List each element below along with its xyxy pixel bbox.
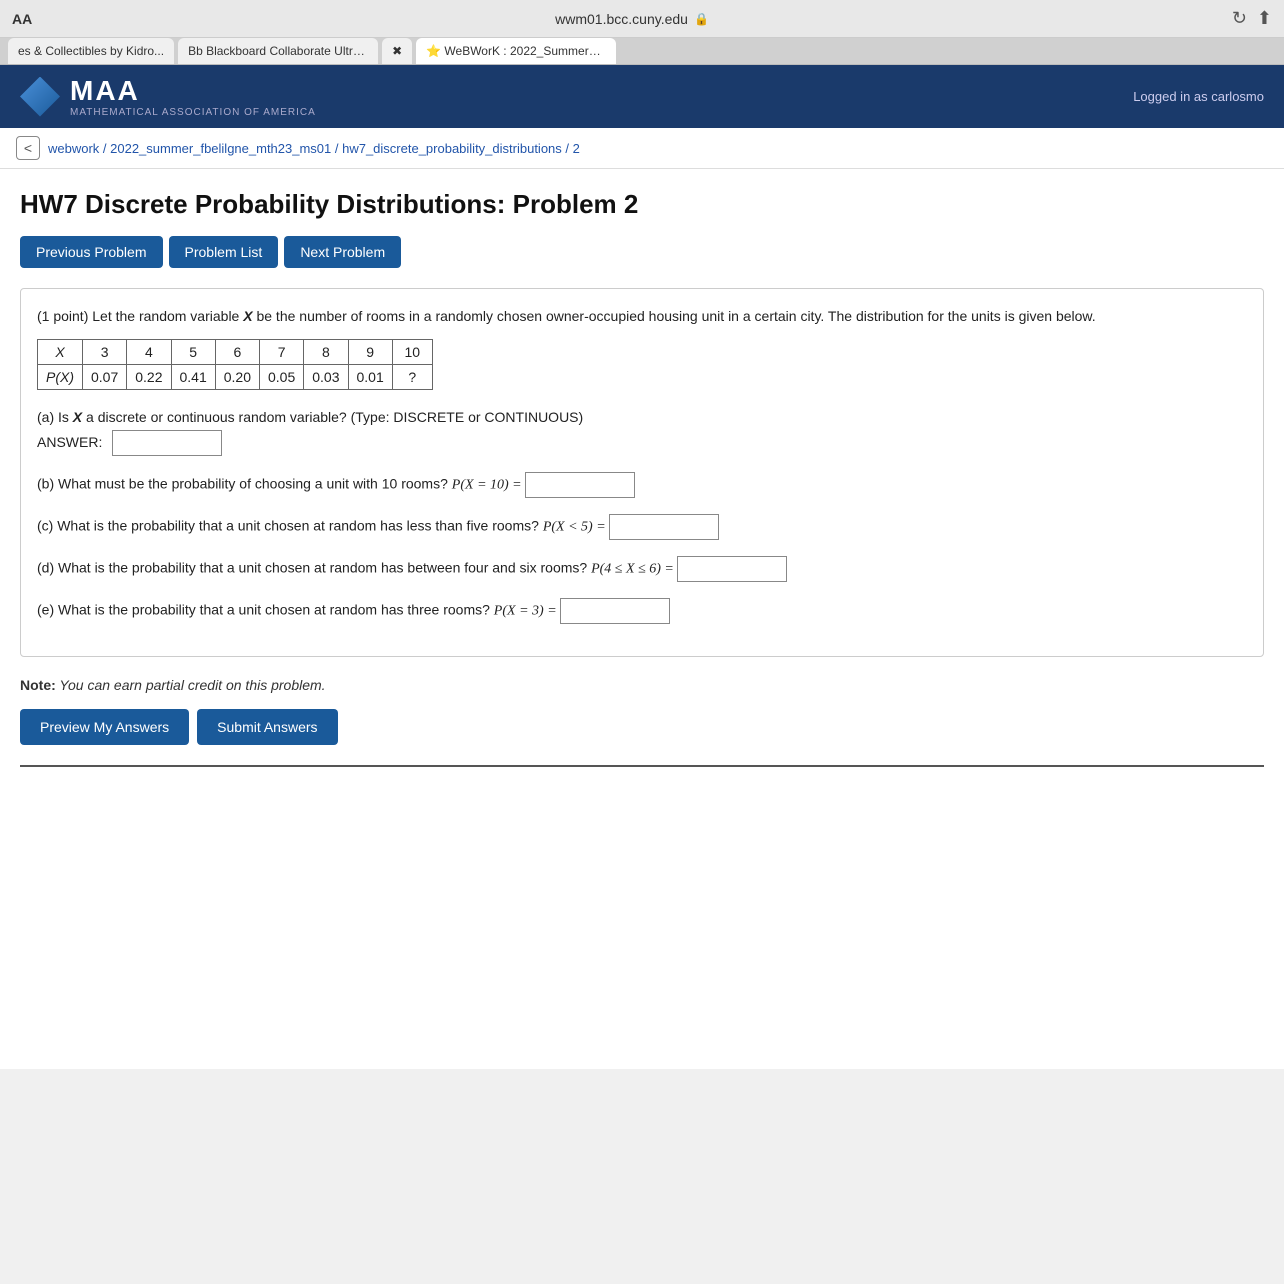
question-d: (d) What is the probability that a unit … [37,556,1247,582]
table-col-6: 6 [215,340,259,365]
table-px-8: 0.03 [304,365,348,390]
problem-points: (1 point) [37,308,88,324]
browser-url-bar: wwm01.bcc.cuny.edu 🔒 [44,11,1220,27]
question-a-answer-label: ANSWER: [37,434,102,450]
logged-in-text: Logged in as carlosmo [1133,89,1264,104]
question-d-text: (d) What is the probability that a unit … [37,560,591,576]
tab-bar: es & Collectibles by Kidro... Bb Blackbo… [0,38,1284,65]
table-px-5: 0.41 [171,365,215,390]
problem-description: (1 point) Let the random variable X be t… [37,305,1247,327]
browser-aa-label: AA [12,11,32,27]
browser-actions: ↻ ⬆ [1232,8,1272,29]
tab-close[interactable]: ✖ [382,38,412,64]
question-e-input[interactable] [560,598,670,624]
lock-icon: 🔒 [694,12,709,26]
breadcrumb-path: webwork / 2022_summer_fbelilgne_mth23_ms… [48,141,580,156]
problem-desc-text: Let the random variable X be the number … [92,308,1095,324]
url-text: wwm01.bcc.cuny.edu [555,11,688,27]
logo-area: MAA MATHEMATICAL ASSOCIATION OF AMERICA [20,75,316,118]
table-px-10: ? [392,365,432,390]
browser-chrome: AA wwm01.bcc.cuny.edu 🔒 ↻ ⬆ [0,0,1284,38]
table-header-x: X [38,340,83,365]
next-problem-button[interactable]: Next Problem [284,236,401,268]
question-d-input[interactable] [677,556,787,582]
question-b-text: (b) What must be the probability of choo… [37,476,452,492]
note-label: Note: [20,677,56,693]
question-b-math: P(X = 10) = [452,478,525,493]
previous-problem-button[interactable]: Previous Problem [20,236,163,268]
question-a-answer-area: ANSWER: [37,430,1247,456]
tab-blackboard[interactable]: Bb Blackboard Collaborate Ultra – 2022 S… [178,38,378,64]
tab-webwork[interactable]: ⭐ WeBWorK : 2022_Summer_FBelil [416,38,616,64]
table-header-px: P(X) [38,365,83,390]
question-c-text: (c) What is the probability that a unit … [37,518,543,534]
tab-kidro[interactable]: es & Collectibles by Kidro... [8,38,174,64]
table-col-8: 8 [304,340,348,365]
logo-text: MAA MATHEMATICAL ASSOCIATION OF AMERICA [70,75,316,118]
main-content: HW7 Discrete Probability Distributions: … [0,169,1284,1069]
table-col-7: 7 [260,340,304,365]
question-e-math: P(X = 3) = [494,604,560,619]
bottom-buttons: Preview My Answers Submit Answers [20,709,1264,745]
question-b-input[interactable] [525,472,635,498]
preview-answers-button[interactable]: Preview My Answers [20,709,189,745]
question-d-math: P(4 ≤ X ≤ 6) = [591,562,677,577]
nav-buttons: Previous Problem Problem List Next Probl… [20,236,1264,268]
reload-icon[interactable]: ↻ [1232,8,1247,29]
table-px-7: 0.05 [260,365,304,390]
question-c-input[interactable] [609,514,719,540]
table-col-4: 4 [127,340,171,365]
table-col-3: 3 [83,340,127,365]
table-col-10: 10 [392,340,432,365]
probability-table: X 3 4 5 6 7 8 9 10 P(X) 0.07 0.22 0.41 0… [37,339,433,390]
question-e-text: (e) What is the probability that a unit … [37,602,494,618]
question-b: (b) What must be the probability of choo… [37,472,1247,498]
bottom-divider [20,765,1264,767]
note-text: Note: You can earn partial credit on thi… [20,677,1264,693]
question-a: (a) Is X a discrete or continuous random… [37,406,1247,456]
question-a-text: (a) Is X a discrete or continuous random… [37,406,1247,430]
table-col-9: 9 [348,340,392,365]
logo-subtitle: MATHEMATICAL ASSOCIATION OF AMERICA [70,107,316,118]
share-icon[interactable]: ⬆ [1257,8,1272,29]
question-a-input[interactable] [112,430,222,456]
page-header: MAA MATHEMATICAL ASSOCIATION OF AMERICA … [0,65,1284,128]
table-col-5: 5 [171,340,215,365]
table-px-6: 0.20 [215,365,259,390]
submit-answers-button[interactable]: Submit Answers [197,709,337,745]
breadcrumb-bar: < webwork / 2022_summer_fbelilgne_mth23_… [0,128,1284,169]
logo-diamond-icon [20,77,60,117]
table-px-9: 0.01 [348,365,392,390]
note-body: You can earn partial credit on this prob… [59,677,325,693]
table-px-4: 0.22 [127,365,171,390]
logo-maa: MAA [70,75,316,107]
breadcrumb-back-button[interactable]: < [16,136,40,160]
question-c: (c) What is the probability that a unit … [37,514,1247,540]
table-px-3: 0.07 [83,365,127,390]
question-e: (e) What is the probability that a unit … [37,598,1247,624]
question-c-math: P(X < 5) = [543,520,609,535]
problem-list-button[interactable]: Problem List [169,236,279,268]
problem-box: (1 point) Let the random variable X be t… [20,288,1264,657]
page-title: HW7 Discrete Probability Distributions: … [20,189,1264,220]
